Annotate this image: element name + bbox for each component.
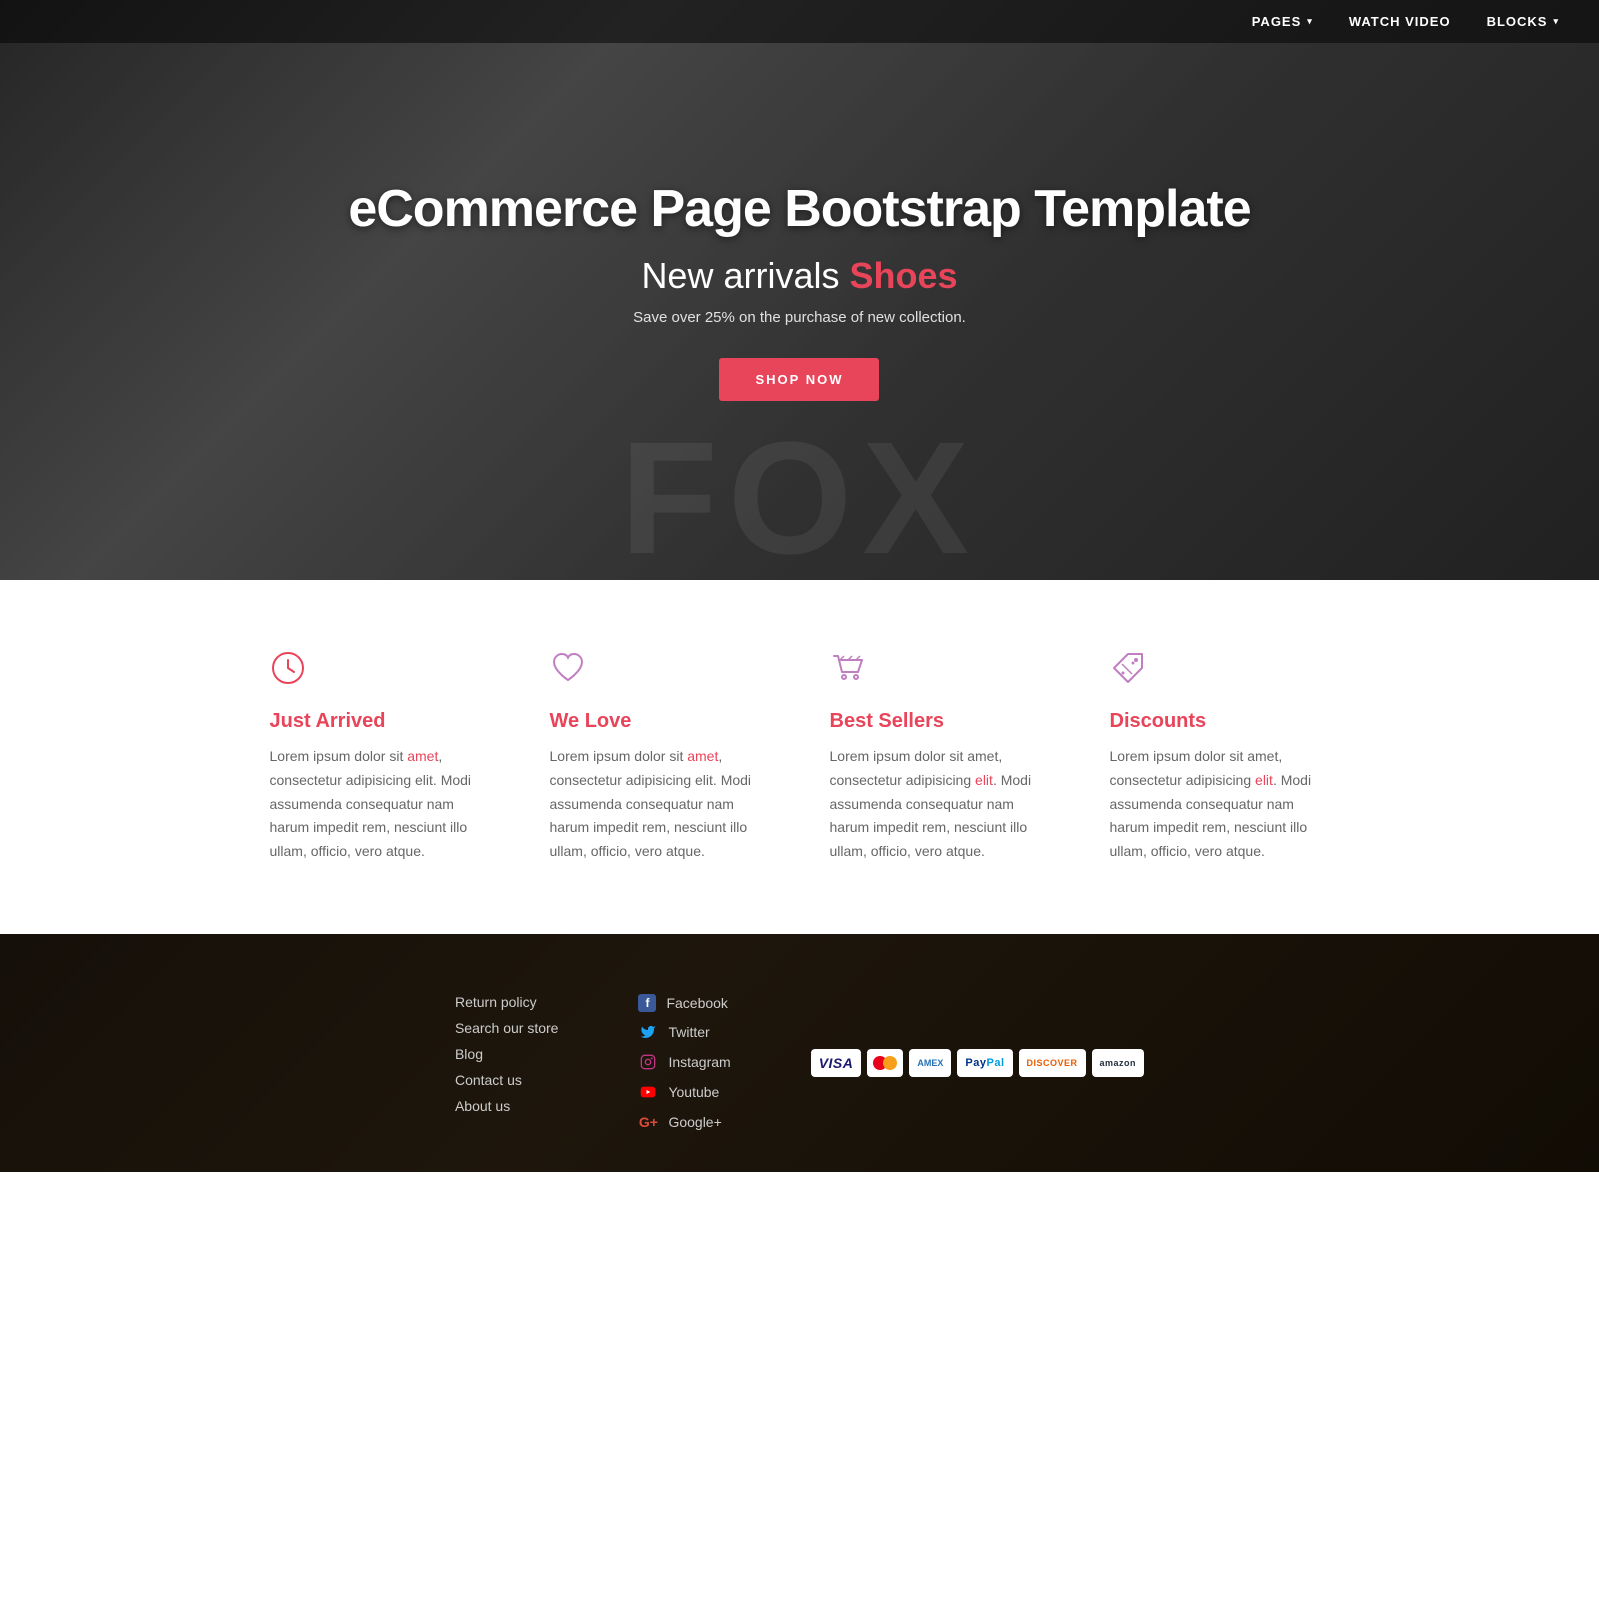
footer-twitter[interactable]: Twitter	[638, 1022, 730, 1042]
payment-paypal: PayPal	[957, 1049, 1012, 1077]
footer-twitter-label: Twitter	[668, 1024, 709, 1040]
footer-googleplus-label: Google+	[668, 1114, 721, 1130]
chevron-down-icon: ▾	[1553, 16, 1559, 27]
hero-subtitle: New arrivals Shoes	[641, 255, 957, 297]
facebook-icon: f	[638, 994, 656, 1012]
footer-links-col: Return policy Search our store Blog Cont…	[455, 994, 559, 1132]
feature-we-love: We Love Lorem ipsum dolor sit amet, cons…	[520, 650, 800, 864]
payment-icons: VISA AMEX PayPal DISCOVER amazon	[811, 1049, 1144, 1077]
hero-description: Save over 25% on the purchase of new col…	[633, 309, 966, 326]
payment-amex: AMEX	[909, 1049, 951, 1077]
payment-mastercard	[867, 1049, 903, 1077]
nav-pages[interactable]: PAGES ▾	[1252, 14, 1313, 29]
footer-youtube[interactable]: Youtube	[638, 1082, 730, 1102]
hero-section: FOX eCommerce Page Bootstrap Template Ne…	[0, 0, 1599, 580]
nav-watch-video[interactable]: WATCH VIDEO	[1349, 14, 1451, 29]
chevron-down-icon: ▾	[1307, 16, 1313, 27]
feature-discounts: Discounts Lorem ipsum dolor sit amet, co…	[1080, 650, 1360, 864]
footer-payment-col: VISA AMEX PayPal DISCOVER amazon	[811, 994, 1144, 1132]
footer-facebook[interactable]: f Facebook	[638, 994, 730, 1012]
instagram-icon	[638, 1052, 658, 1072]
features-section: Just Arrived Lorem ipsum dolor sit amet,…	[0, 580, 1599, 934]
payment-discover: DISCOVER	[1019, 1049, 1086, 1077]
footer-contact-us[interactable]: Contact us	[455, 1072, 559, 1088]
feature-best-sellers: Best Sellers Lorem ipsum dolor sit amet,…	[800, 650, 1080, 864]
hero-subtitle-prefix: New arrivals	[641, 255, 849, 296]
payment-visa: VISA	[811, 1049, 862, 1077]
feature-just-arrived: Just Arrived Lorem ipsum dolor sit amet,…	[240, 650, 520, 864]
footer-return-policy[interactable]: Return policy	[455, 994, 559, 1010]
tag-icon	[1110, 650, 1330, 694]
hero-content: eCommerce Page Bootstrap Template New ar…	[328, 179, 1270, 401]
navbar: PAGES ▾ WATCH VIDEO BLOCKS ▾	[0, 0, 1599, 43]
feature-best-sellers-title: Best Sellers	[830, 710, 1050, 733]
youtube-icon	[638, 1082, 658, 1102]
footer-instagram-label: Instagram	[668, 1054, 730, 1070]
hero-subtitle-accent: Shoes	[849, 255, 957, 296]
heart-icon	[550, 650, 770, 694]
footer-instagram[interactable]: Instagram	[638, 1052, 730, 1072]
feature-discounts-title: Discounts	[1110, 710, 1330, 733]
shop-now-button[interactable]: SHOP NOW	[719, 358, 879, 401]
footer-youtube-label: Youtube	[668, 1084, 719, 1100]
twitter-icon	[638, 1022, 658, 1042]
clock-icon	[270, 650, 490, 694]
footer: Return policy Search our store Blog Cont…	[0, 934, 1599, 1172]
feature-we-love-text: Lorem ipsum dolor sit amet, consectetur …	[550, 745, 770, 864]
footer-facebook-label: Facebook	[666, 995, 727, 1011]
footer-search-store[interactable]: Search our store	[455, 1020, 559, 1036]
googleplus-icon: G+	[638, 1112, 658, 1132]
footer-googleplus[interactable]: G+ Google+	[638, 1112, 730, 1132]
feature-we-love-title: We Love	[550, 710, 770, 733]
hero-main-title: eCommerce Page Bootstrap Template	[328, 179, 1270, 239]
feature-discounts-text: Lorem ipsum dolor sit amet, consectetur …	[1110, 745, 1330, 864]
cart-icon	[830, 650, 1050, 694]
feature-best-sellers-text: Lorem ipsum dolor sit amet, consectetur …	[830, 745, 1050, 864]
footer-blog[interactable]: Blog	[455, 1046, 559, 1062]
nav-blocks[interactable]: BLOCKS ▾	[1487, 14, 1559, 29]
feature-just-arrived-title: Just Arrived	[270, 710, 490, 733]
feature-just-arrived-text: Lorem ipsum dolor sit amet, consectetur …	[270, 745, 490, 864]
footer-social-col: f Facebook Twitter Instagram Youtube G+ …	[638, 994, 730, 1132]
footer-about-us[interactable]: About us	[455, 1098, 559, 1114]
payment-amazon: amazon	[1092, 1049, 1145, 1077]
